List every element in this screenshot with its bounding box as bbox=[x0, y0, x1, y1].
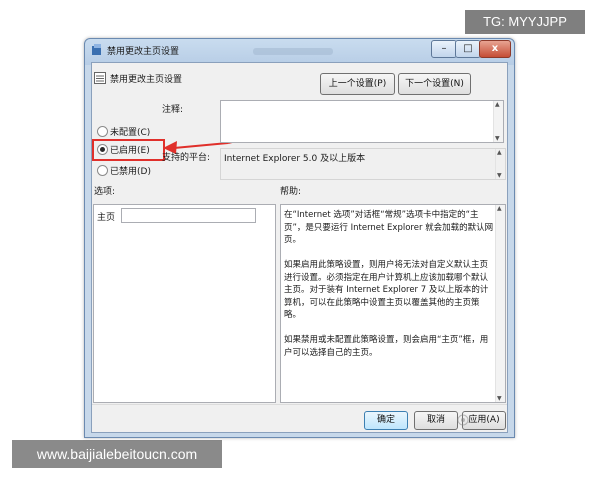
scroll-up-icon[interactable]: ▲ bbox=[497, 205, 502, 212]
options-label: 选项: bbox=[94, 187, 116, 197]
window-title: 禁用更改主页设置 bbox=[107, 47, 180, 57]
footer-divider bbox=[92, 404, 507, 405]
help-scrollbar[interactable]: ▲ ▼ bbox=[495, 205, 505, 402]
watermark-tag: TG: MYYJJPP bbox=[465, 10, 585, 34]
radio-button[interactable] bbox=[97, 126, 108, 137]
supported-scrollbar[interactable]: ▲ ▼ bbox=[495, 149, 505, 179]
homepage-label: 主页 bbox=[97, 213, 116, 223]
next-setting-button[interactable]: 下一个设置(N) bbox=[398, 73, 471, 95]
ok-button[interactable]: 确定 bbox=[364, 411, 408, 430]
radio-label: 未配置(C) bbox=[110, 128, 151, 138]
close-icon: x bbox=[491, 43, 499, 54]
scroll-down-icon[interactable]: ▼ bbox=[497, 172, 502, 179]
scroll-down-icon[interactable]: ▼ bbox=[497, 395, 502, 402]
scroll-up-icon[interactable]: ▲ bbox=[495, 101, 500, 108]
homepage-input[interactable] bbox=[121, 208, 256, 223]
policy-dialog: 禁用更改主页设置 – □ x 禁用更改主页设置 上一个设置(P) 下一个设置(N… bbox=[84, 38, 515, 438]
policy-name: 禁用更改主页设置 bbox=[110, 75, 183, 85]
help-panel: 在“Internet 选项”对话框“常规”选项卡中指定的“主页”，是只要运行 I… bbox=[280, 204, 506, 403]
comment-textbox[interactable]: ▲ ▼ bbox=[220, 100, 504, 143]
comment-scrollbar[interactable]: ▲ ▼ bbox=[493, 101, 503, 142]
comment-label: 注释: bbox=[162, 105, 184, 115]
radio-button[interactable] bbox=[97, 165, 108, 176]
minimize-button[interactable]: – bbox=[431, 40, 457, 58]
highlight-box bbox=[92, 139, 165, 161]
previous-setting-button[interactable]: 上一个设置(P) bbox=[320, 73, 395, 95]
cancel-button[interactable]: 取消 bbox=[414, 411, 458, 430]
help-label: 帮助: bbox=[280, 187, 302, 197]
supported-value: Internet Explorer 5.0 及以上版本 bbox=[224, 154, 366, 164]
dialog-client: 禁用更改主页设置 上一个设置(P) 下一个设置(N) 未配置(C) 已启用(E)… bbox=[91, 62, 508, 433]
supported-platforms-box: Internet Explorer 5.0 及以上版本 ▲ ▼ bbox=[220, 148, 506, 180]
watermark-stamp-icon bbox=[457, 414, 469, 426]
policy-icon bbox=[92, 44, 101, 55]
watermark-url: www.baijialebeitoucn.com bbox=[12, 440, 222, 468]
scroll-up-icon[interactable]: ▲ bbox=[497, 149, 502, 156]
options-panel: 主页 bbox=[93, 204, 276, 403]
help-text: 在“Internet 选项”对话框“常规”选项卡中指定的“主页”，是只要运行 I… bbox=[284, 210, 494, 358]
minimize-icon: – bbox=[441, 43, 447, 54]
maximize-icon: □ bbox=[463, 43, 473, 54]
supported-label: 支持的平台: bbox=[162, 153, 211, 163]
title-ghost bbox=[253, 48, 333, 55]
setting-icon bbox=[94, 72, 106, 84]
scroll-down-icon[interactable]: ▼ bbox=[495, 135, 500, 142]
radio-label: 已禁用(D) bbox=[110, 167, 151, 177]
title-bar[interactable]: 禁用更改主页设置 – □ x bbox=[85, 39, 514, 62]
maximize-button[interactable]: □ bbox=[455, 40, 481, 58]
close-button[interactable]: x bbox=[479, 40, 511, 58]
